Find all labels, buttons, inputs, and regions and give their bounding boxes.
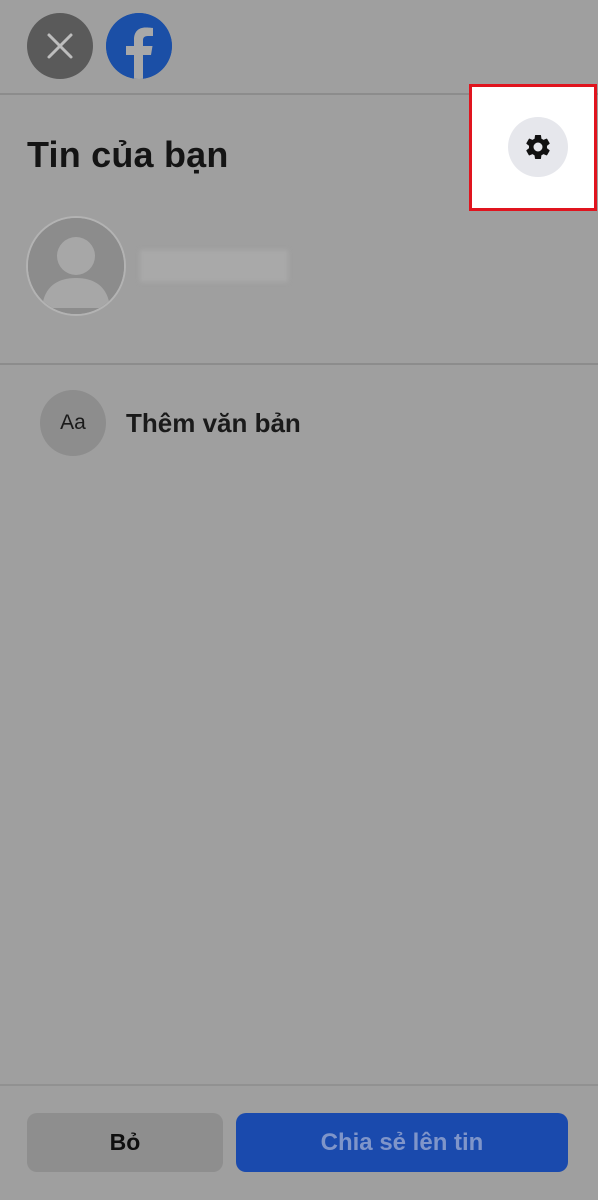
text-aa-icon: Aa bbox=[40, 390, 106, 456]
story-composer-screen: Tin của bạn Aa Thêm văn bản Bỏ Chia sẻ l… bbox=[0, 0, 598, 1200]
close-button[interactable] bbox=[27, 13, 93, 79]
avatar-placeholder-icon bbox=[28, 218, 124, 314]
share-to-story-button[interactable]: Chia sẻ lên tin bbox=[236, 1113, 568, 1172]
cancel-button[interactable]: Bỏ bbox=[27, 1113, 223, 1172]
blurred-user-name bbox=[140, 250, 288, 282]
gear-icon bbox=[526, 134, 550, 159]
add-text-label: Thêm văn bản bbox=[126, 408, 301, 438]
avatar bbox=[26, 216, 126, 316]
add-text-option[interactable]: Aa Thêm văn bản bbox=[40, 390, 580, 456]
top-bar bbox=[0, 0, 598, 94]
facebook-logo-icon bbox=[106, 13, 172, 79]
profile-divider bbox=[0, 363, 598, 365]
settings-button[interactable] bbox=[508, 117, 568, 177]
page-title: Tin của bạn bbox=[27, 134, 229, 175]
close-icon bbox=[47, 33, 73, 59]
